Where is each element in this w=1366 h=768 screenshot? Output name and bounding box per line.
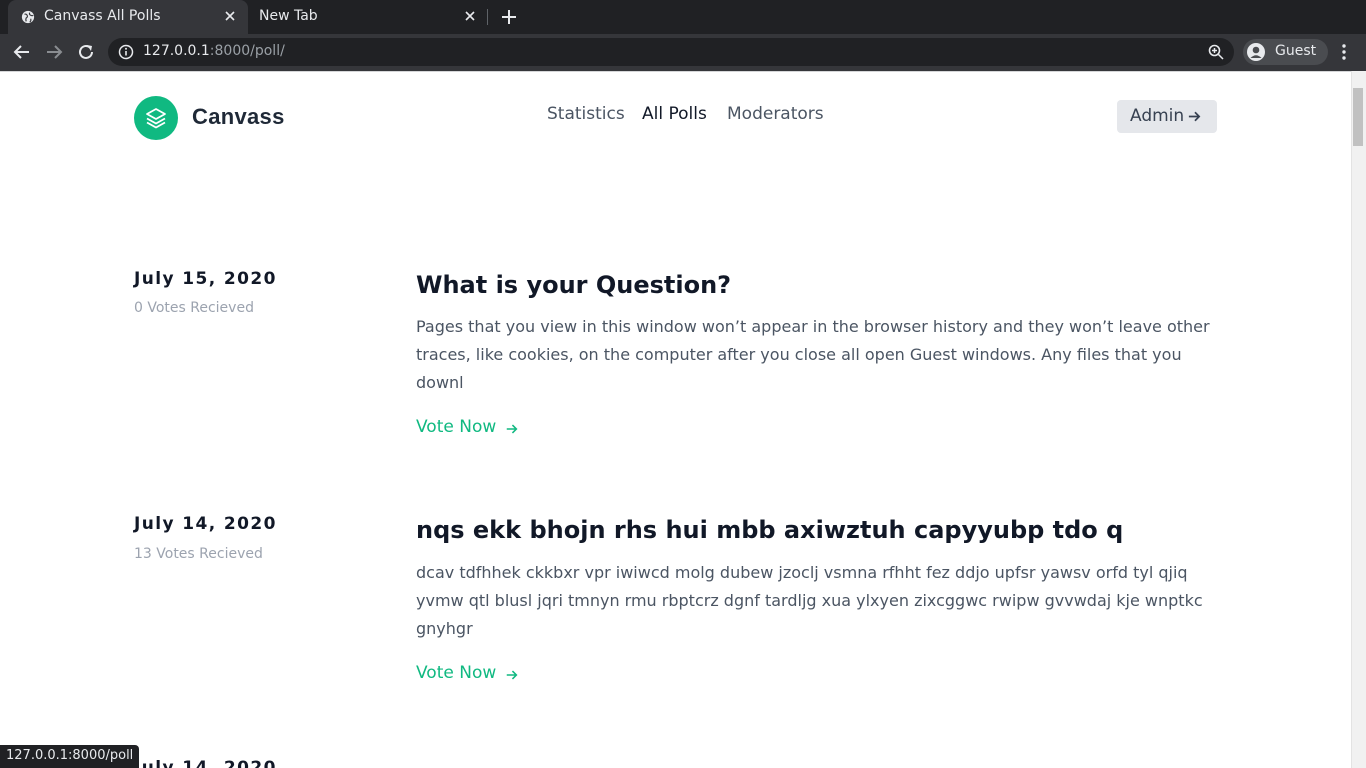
tab-separator (487, 9, 488, 25)
forward-arrow-icon[interactable] (43, 41, 65, 63)
page-viewport: Canvass Statistics All Polls Moderators … (0, 71, 1351, 768)
poll-votes: 13 Votes Recieved (134, 546, 263, 562)
poll-description: dcav tdfhhek ckkbxr vpr iwiwcd molg dube… (416, 563, 1203, 638)
logo[interactable] (134, 96, 178, 140)
arrow-right-icon[interactable] (505, 668, 519, 682)
guest-avatar-icon (1247, 43, 1265, 61)
poll-description: Pages that you view in this window won’t… (416, 317, 1210, 392)
profile-name: Guest (1275, 43, 1317, 59)
brand-name[interactable]: Canvass (192, 104, 285, 130)
poll-date: July 14, 2020 (134, 514, 277, 534)
stack-layers-icon (146, 108, 166, 129)
page-scrollbar[interactable] (1351, 71, 1366, 768)
globe-icon (21, 10, 35, 24)
admin-button-label: Admin (1130, 106, 1185, 126)
browser-tabstrip: Canvass All Polls New Tab (0, 0, 1366, 34)
back-arrow-icon[interactable] (11, 41, 33, 63)
poll-date: July 15, 2020 (134, 269, 277, 289)
browser-menu-icon[interactable] (1336, 42, 1352, 62)
url-text[interactable]: 127.0.0.1:8000/poll/ (143, 43, 285, 59)
reload-icon[interactable] (75, 41, 97, 63)
vote-now-link[interactable]: Vote Now (416, 663, 496, 683)
arrow-right-icon (1188, 111, 1201, 122)
poll-title[interactable]: What is your Question? (416, 271, 731, 299)
url-path: :8000/poll/ (209, 43, 285, 59)
poll-title[interactable]: nqs ekk bhojn rhs hui mbb axiwztuh capyy… (416, 516, 1123, 544)
zoom-icon[interactable] (1207, 43, 1225, 61)
vote-now-link[interactable]: Vote Now (416, 417, 496, 437)
tab-canvass-all-polls[interactable]: Canvass All Polls (8, 0, 248, 34)
url-host: 127.0.0.1 (143, 43, 210, 59)
nav-all-polls[interactable]: All Polls (642, 104, 707, 124)
poll-votes: 0 Votes Recieved (134, 300, 254, 316)
new-tab-plus-icon[interactable] (499, 7, 519, 27)
info-icon[interactable] (118, 44, 134, 60)
tab-title: Canvass All Polls (44, 8, 161, 24)
close-tab-icon[interactable] (222, 8, 238, 24)
nav-moderators[interactable]: Moderators (727, 104, 824, 124)
status-bar: 127.0.0.1:8000/poll (0, 745, 140, 768)
poll-date: July 14, 2020 (134, 758, 277, 768)
tab-title: New Tab (259, 8, 318, 24)
arrow-right-icon[interactable] (505, 422, 519, 436)
nav-statistics[interactable]: Statistics (547, 104, 625, 124)
tab-new-tab[interactable]: New Tab (248, 0, 488, 34)
scrollbar-thumb[interactable] (1353, 88, 1363, 146)
close-tab-icon[interactable] (462, 8, 478, 24)
